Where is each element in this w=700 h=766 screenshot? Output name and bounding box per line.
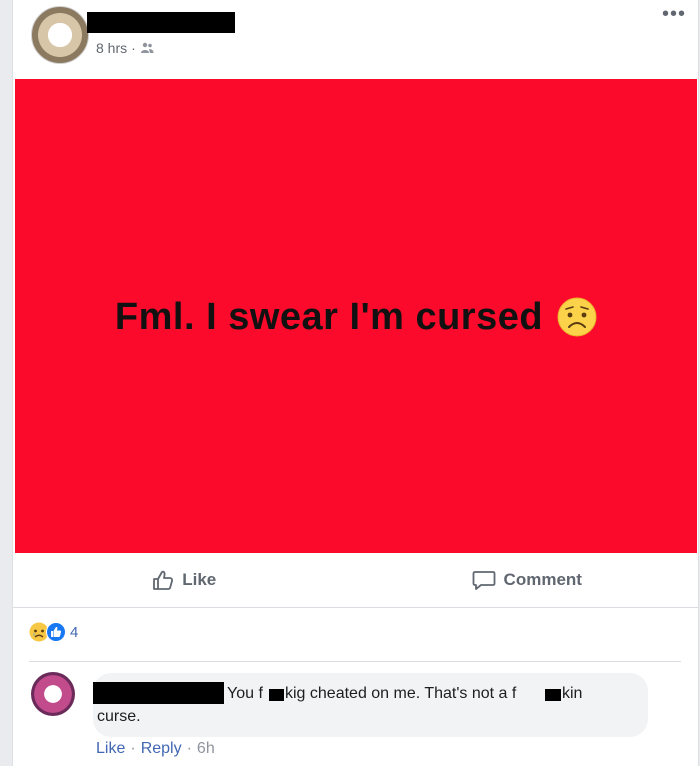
redacted-commenter-name bbox=[93, 682, 224, 704]
comment-text-line-2: curse. bbox=[97, 708, 141, 725]
redacted-word-1 bbox=[269, 689, 284, 701]
banner-text: Fml. I swear I'm cursed bbox=[114, 295, 544, 338]
comment-reply-link[interactable]: Reply bbox=[141, 740, 182, 758]
author-avatar[interactable] bbox=[31, 6, 89, 64]
comment-text-part-1: You f bbox=[227, 685, 263, 702]
banner-content: Fml. I swear I'm cursed bbox=[115, 296, 597, 339]
separator: · bbox=[130, 740, 136, 757]
reaction-summary[interactable]: 4 bbox=[29, 622, 78, 642]
comment-button[interactable]: Comment bbox=[356, 553, 699, 607]
comment-like-link[interactable]: Like bbox=[96, 740, 125, 758]
post-time[interactable]: 8 hrs bbox=[96, 40, 127, 56]
commenter-avatar[interactable] bbox=[31, 672, 75, 716]
meta-separator: · bbox=[131, 40, 136, 56]
thumbs-up-icon bbox=[153, 570, 174, 590]
comment-time[interactable]: 6h bbox=[197, 740, 215, 758]
post-banner: Fml. I swear I'm cursed bbox=[15, 79, 697, 553]
post-action-bar: Like Comment bbox=[13, 553, 698, 608]
redacted-author-name bbox=[87, 12, 235, 33]
like-label: Like bbox=[182, 570, 217, 589]
post-meta: 8 hrs · bbox=[96, 40, 154, 56]
redacted-word-2 bbox=[545, 689, 561, 701]
comment-text-part-2: kig cheated on me. That's not a f bbox=[285, 685, 517, 702]
post-card: 8 hrs · ••• Fml. I swear I'm cursed Like… bbox=[12, 0, 699, 766]
comment-actions: Like · Reply · 6h bbox=[96, 740, 215, 758]
comment-icon bbox=[472, 571, 495, 590]
comments-divider bbox=[29, 661, 681, 662]
like-reaction-icon bbox=[46, 622, 66, 642]
worried-face-icon bbox=[557, 297, 597, 337]
more-options-button[interactable]: ••• bbox=[662, 4, 686, 24]
comment-label: Comment bbox=[503, 570, 582, 589]
like-button[interactable]: Like bbox=[13, 553, 356, 607]
reaction-count: 4 bbox=[70, 623, 79, 641]
comment-text-part-3: kin bbox=[562, 685, 583, 702]
friends-icon bbox=[140, 42, 154, 53]
separator: · bbox=[186, 740, 192, 757]
